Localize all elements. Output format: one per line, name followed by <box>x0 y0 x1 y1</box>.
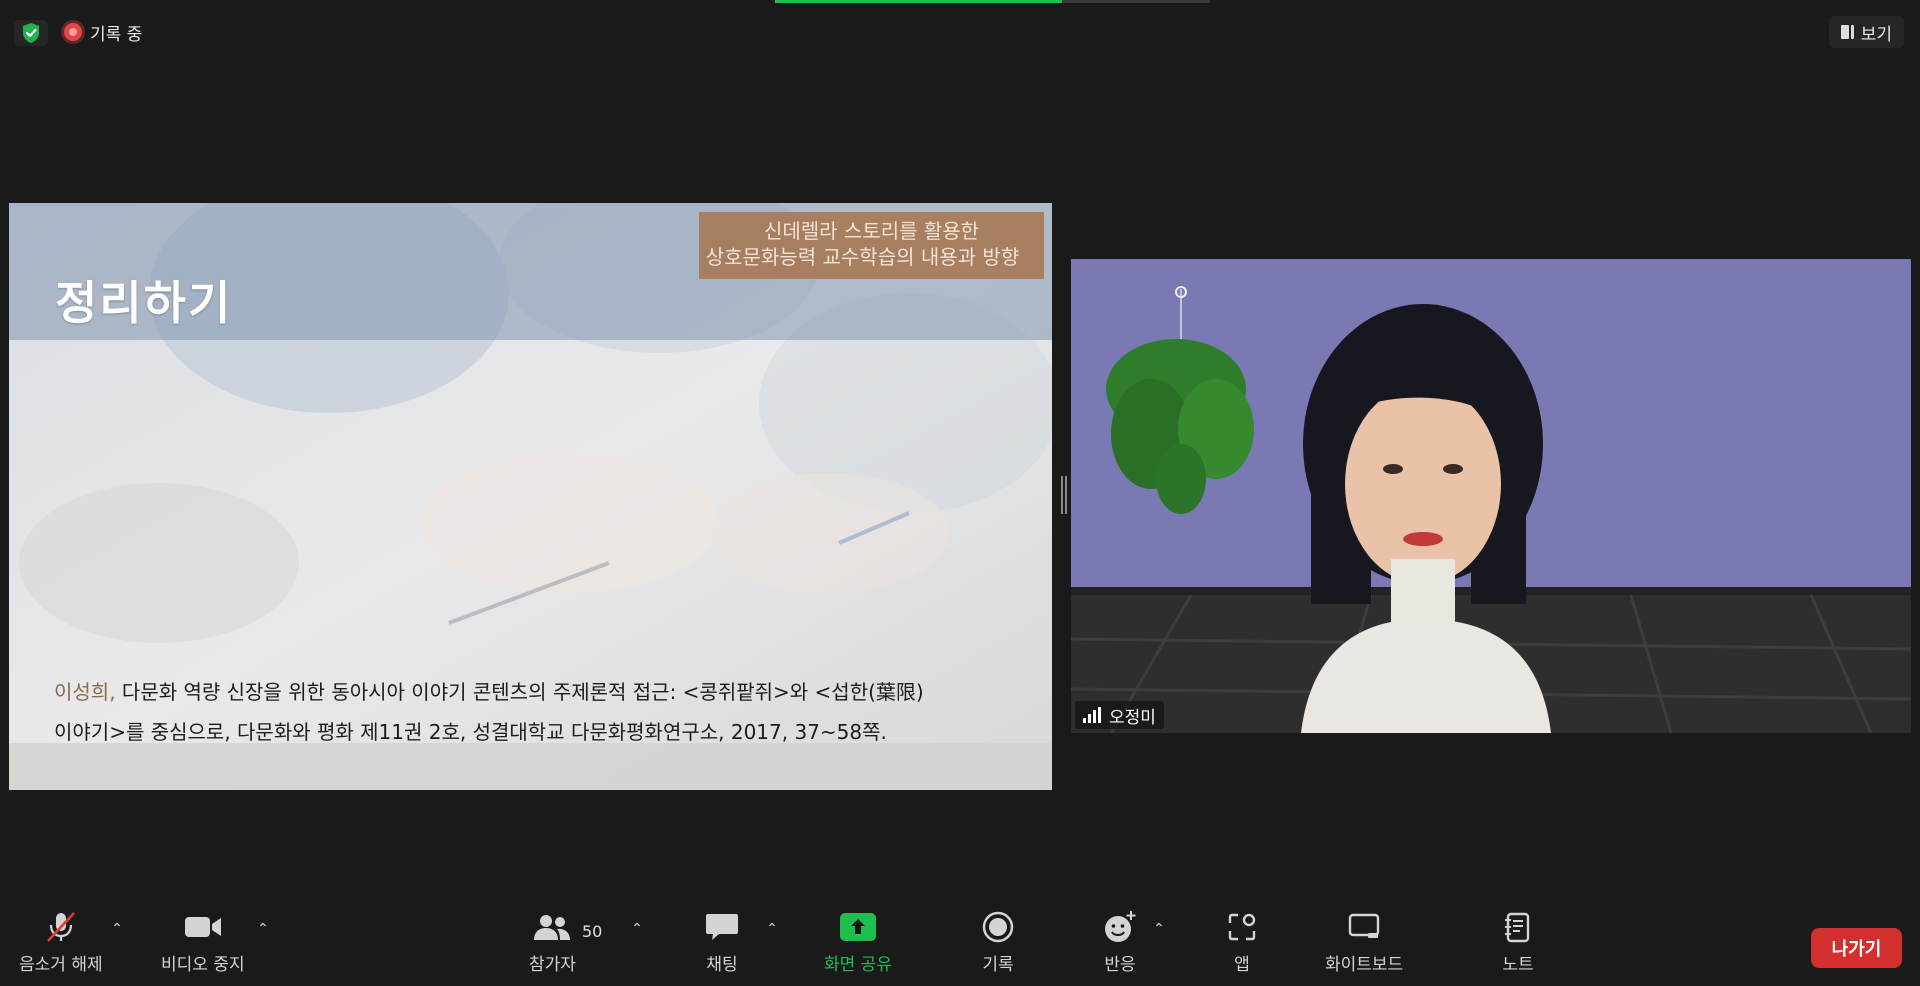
view-button[interactable]: 보기 <box>1828 16 1904 48</box>
slide-subtitle-box: 신데렐라 스토리를 활용한 상호문화능력 교수학습의 내용과 방향 <box>699 212 1044 279</box>
recording-dot-icon <box>64 23 82 41</box>
participant-video-feed <box>1071 259 1911 733</box>
chat-button[interactable]: 채팅 <box>702 908 742 975</box>
recording-indicator[interactable]: 기록 중 <box>58 18 148 46</box>
slide-title: 정리하기 <box>55 276 233 330</box>
chat-options-chevron-up-icon[interactable]: ⌃ <box>765 922 779 936</box>
record-icon <box>978 908 1018 946</box>
participant-name-tag: 오정미 <box>1075 701 1164 729</box>
top-progress-fill <box>775 0 1063 3</box>
participants-label: 참가자 <box>529 955 576 975</box>
chat-label: 채팅 <box>706 955 738 975</box>
unmute-label: 음소거 해제 <box>19 955 103 975</box>
participants-icon <box>532 908 572 946</box>
stop-video-label: 비디오 중지 <box>161 955 245 975</box>
whiteboard-icon <box>1344 908 1384 946</box>
slide-subtitle-line-2: 상호문화능력 교수학습의 내용과 방향 <box>705 245 1020 269</box>
citation-line-2: 이야기>를 중심으로, 다문화와 평화 제11권 2호, 성결대학교 다문화평화… <box>54 720 887 744</box>
stop-video-button[interactable]: 비디오 중지 <box>161 908 245 975</box>
record-button[interactable]: 기록 <box>978 908 1018 975</box>
participant-video-tile[interactable]: 오정미 <box>1071 259 1911 733</box>
record-label: 기록 <box>982 955 1014 975</box>
share-screen-button[interactable]: 화면 공유 <box>824 908 892 975</box>
participant-name: 오정미 <box>1109 707 1156 728</box>
whiteboard-label: 화이트보드 <box>1325 955 1404 975</box>
apps-label: 앱 <box>1234 955 1250 975</box>
citation-line-1: 이성희, 다문화 역량 신장을 위한 동아시아 이야기 콘텐츠의 주제론적 접근… <box>54 672 1034 712</box>
notes-icon <box>1498 908 1538 946</box>
notes-label: 노트 <box>1502 955 1534 975</box>
chat-bubble-icon <box>702 908 742 946</box>
video-camera-icon <box>183 908 223 946</box>
top-progress-bar <box>775 0 1210 3</box>
emoji-plus-icon <box>1100 908 1140 946</box>
signal-bars-icon <box>1083 707 1101 723</box>
security-button[interactable] <box>14 20 48 46</box>
participants-options-chevron-up-icon[interactable]: ⌃ <box>630 922 644 936</box>
video-options-chevron-up-icon[interactable]: ⌃ <box>256 922 270 936</box>
view-layout-icon <box>1840 24 1855 40</box>
citation-author: 이성희, <box>54 680 116 704</box>
shield-check-icon <box>23 23 39 43</box>
reactions-label: 반응 <box>1104 955 1136 975</box>
notes-button[interactable]: 노트 <box>1498 908 1538 975</box>
slide-citation: 이성희, 다문화 역량 신장을 위한 동아시아 이야기 콘텐츠의 주제론적 접근… <box>54 672 1034 752</box>
muted-microphone-icon <box>41 908 81 946</box>
recording-label: 기록 중 <box>90 24 143 45</box>
citation-text-1: 다문화 역량 신장을 위한 동아시아 이야기 콘텐츠의 주제론적 접근: <콩쥐… <box>115 680 924 704</box>
view-button-label: 보기 <box>1860 24 1892 45</box>
participants-button[interactable]: 참가자 <box>529 908 576 975</box>
unmute-button[interactable]: 음소거 해제 <box>19 908 103 975</box>
panel-splitter-handle[interactable] <box>1060 476 1068 514</box>
reactions-options-chevron-up-icon[interactable]: ⌃ <box>1152 922 1166 936</box>
participants-count-badge: 50 <box>582 922 603 941</box>
apps-button[interactable]: 앱 <box>1222 908 1262 975</box>
audio-options-chevron-up-icon[interactable]: ⌃ <box>110 922 124 936</box>
slide-subtitle-line-1: 신데렐라 스토리를 활용한 <box>763 219 980 243</box>
apps-icon <box>1222 908 1262 946</box>
reactions-button[interactable]: 반응 <box>1100 908 1140 975</box>
whiteboard-button[interactable]: 화이트보드 <box>1325 908 1403 975</box>
shared-screen: 정리하기 신데렐라 스토리를 활용한 상호문화능력 교수학습의 내용과 방향 이… <box>9 203 1052 790</box>
share-screen-label: 화면 공유 <box>824 955 892 975</box>
meeting-toolbar: 음소거 해제 ⌃ 비디오 중지 ⌃ 참가자 50 ⌃ 채팅 ⌃ 화면 공유 기록… <box>0 908 1920 986</box>
share-screen-icon <box>838 908 878 946</box>
leave-meeting-button[interactable]: 나가기 <box>1811 928 1902 968</box>
